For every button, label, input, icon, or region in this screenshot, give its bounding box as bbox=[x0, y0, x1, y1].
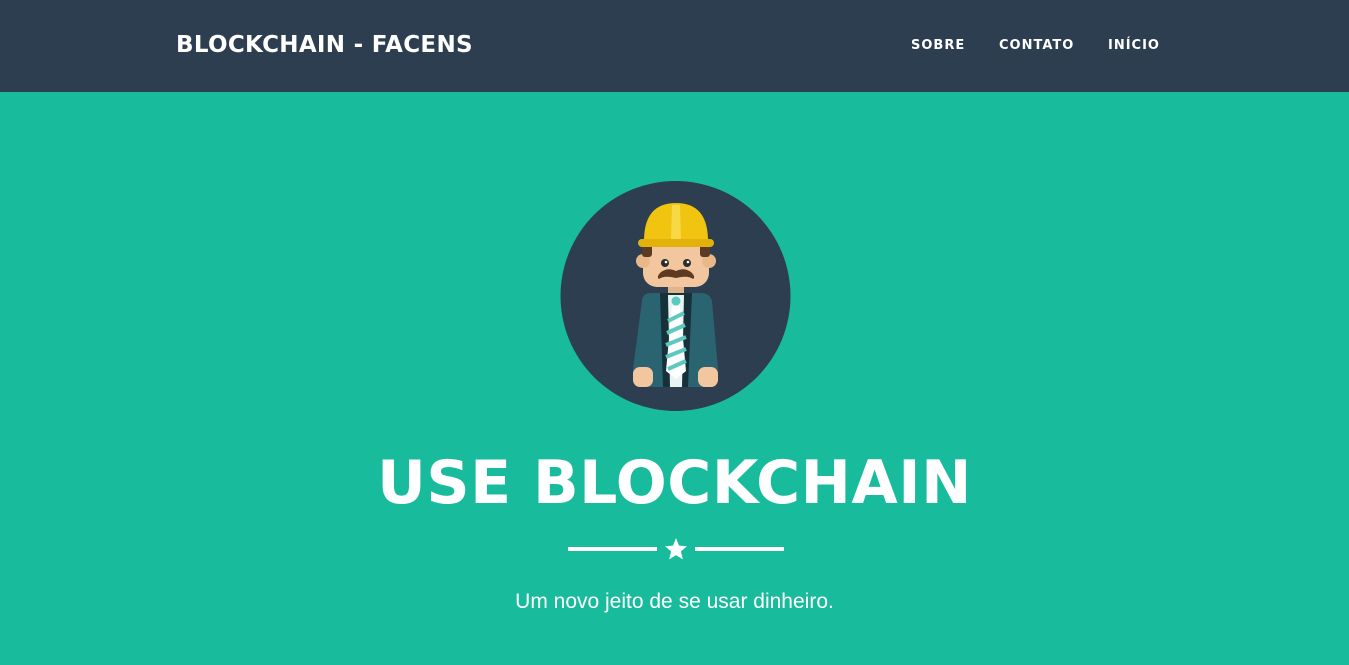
title-divider bbox=[568, 537, 784, 561]
nav-link-contato[interactable]: CONTATO bbox=[999, 38, 1074, 54]
divider-line-left bbox=[568, 547, 657, 551]
nav-link-inicio[interactable]: INÍCIO bbox=[1108, 38, 1160, 54]
divider-line-right bbox=[695, 547, 784, 551]
hero-subtitle: Um novo jeito de se usar dinheiro. bbox=[515, 590, 834, 613]
brand-link[interactable]: BLOCKCHAIN - FACENS bbox=[176, 30, 473, 60]
star-icon bbox=[665, 538, 687, 560]
nav-link-sobre[interactable]: SOBRE bbox=[911, 38, 965, 54]
hero-title: USE BLOCKCHAIN bbox=[377, 448, 972, 518]
navbar: BLOCKCHAIN - FACENS SOBRE CONTATO INÍCIO bbox=[0, 0, 1349, 92]
engineer-avatar-icon bbox=[560, 181, 791, 411]
